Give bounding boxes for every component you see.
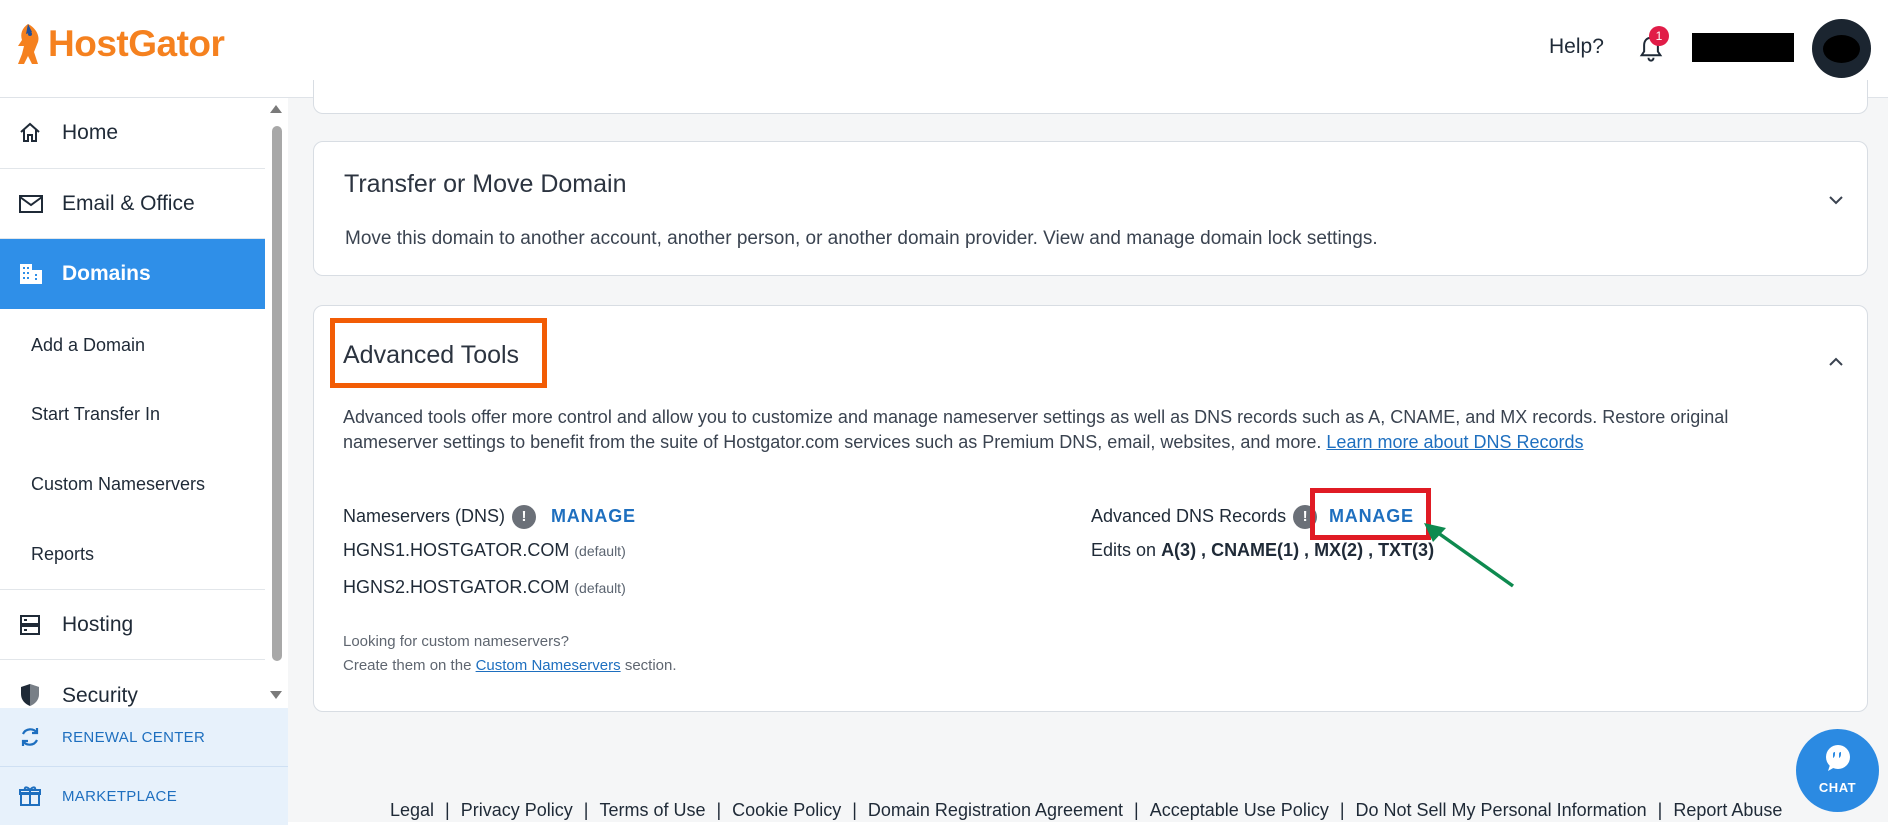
marketplace-label: MARKETPLACE [62,787,177,805]
gift-icon [18,784,52,808]
edits-values: A(3) , CNAME(1) , MX(2) , TXT(3) [1161,540,1435,560]
note-suffix: section. [624,657,677,674]
edits-prefix: Edits on [1091,540,1157,560]
note-prefix: Create them on the [343,657,472,674]
footer-link-domain-agreement[interactable]: Domain Registration Agreement [868,800,1123,820]
footer-link-do-not-sell[interactable]: Do Not Sell My Personal Information [1356,800,1647,820]
refresh-icon [18,725,52,749]
scroll-up-arrow-icon[interactable] [269,104,283,114]
footer-separator: | [583,800,589,820]
default-tag: (default) [574,580,626,596]
sidebar-item-home[interactable]: Home [0,98,265,169]
sidebar-item-domains[interactable]: Domains [0,239,265,309]
sidebar-item-label: Domains [62,262,151,285]
learn-dns-records-link[interactable]: Learn more about DNS Records [1326,432,1583,452]
server-icon [18,613,52,637]
scroll-down-arrow-icon[interactable] [269,690,283,700]
footer-separator: | [716,800,722,820]
advanced-tools-description: Advanced tools offer more control and al… [343,405,1823,455]
nameserver-2: HGNS2.HOSTGATOR.COM (default) [343,577,626,598]
footer-separator: | [1657,800,1663,820]
sidebar-subitem-start-transfer[interactable]: Start Transfer In [31,404,160,425]
chat-label: CHAT [1818,780,1857,795]
info-icon[interactable]: ! [512,505,537,529]
notification-badge: 1 [1649,26,1669,46]
footer-links: Legal | Privacy Policy | Terms of Use | Cookie… [390,800,1782,821]
footer-separator: | [1339,800,1345,820]
nameservers-label: Nameservers (DNS) ! [343,505,537,529]
sidebar-item-hosting[interactable]: Hosting [0,590,265,660]
highlight-box-red [1310,488,1431,540]
footer-link-legal[interactable]: Legal [390,800,434,820]
sidebar-item-label: Security [62,684,138,707]
sidebar-item-label: Home [62,121,119,144]
dns-edits-summary: Edits on A(3) , CNAME(1) , MX(2) , TXT(3… [1091,540,1434,561]
sidebar-item-label: Email & Office [62,191,195,215]
sidebar-item-security[interactable]: Security [0,660,265,708]
advanced-dns-label-text: Advanced DNS Records [1091,505,1287,526]
footer-separator: | [852,800,857,820]
sidebar-item-email-office[interactable]: Email & Office [0,169,265,239]
sidebar: Home Email & Office Domains Add a Domain… [0,98,288,825]
nameserver-1: HGNS1.HOSTGATOR.COM (default) [343,540,626,561]
footer-link-aup[interactable]: Acceptable Use Policy [1150,800,1329,820]
default-tag: (default) [574,543,626,559]
manage-nameservers-button[interactable]: MANAGE [551,506,636,527]
footer-separator: | [1134,800,1139,820]
transfer-title: Transfer or Move Domain [344,170,627,198]
sidebar-subitem-reports[interactable]: Reports [31,544,94,565]
chat-button[interactable]: CHAT [1796,729,1879,812]
gator-mascot-icon [18,24,39,64]
home-icon [18,121,52,145]
custom-ns-note-line1: Looking for custom nameservers? [343,633,569,650]
previous-card-remnant [313,80,1868,114]
sidebar-subitem-add-domain[interactable]: Add a Domain [31,335,145,356]
renewal-center-label: RENEWAL CENTER [62,728,206,746]
chevron-down-icon[interactable] [1827,191,1845,209]
green-arrow-annotation [1424,523,1515,588]
nameserver-2-value: HGNS2.HOSTGATOR.COM [343,577,570,597]
custom-nameservers-link[interactable]: Custom Nameservers [476,657,621,674]
avatar[interactable] [1812,19,1871,78]
footer-link-privacy[interactable]: Privacy Policy [461,800,573,820]
transfer-card[interactable]: Transfer or Move Domain Move this domain… [313,141,1868,276]
account-name-redacted[interactable] [1692,33,1794,62]
shield-icon [18,682,52,708]
mail-icon [18,193,52,215]
nameserver-1-value: HGNS1.HOSTGATOR.COM [343,540,570,560]
sidebar-item-label: Hosting [62,612,134,636]
logo-text: HostGator [48,23,225,64]
advanced-dns-label: Advanced DNS Records ! [1091,505,1318,529]
domains-icon [18,262,52,286]
footer-link-report-abuse[interactable]: Report Abuse [1673,800,1782,820]
footer-link-terms[interactable]: Terms of Use [599,800,705,820]
nameservers-label-text: Nameservers (DNS) [343,505,506,526]
chevron-up-icon[interactable] [1827,353,1845,371]
sidebar-subitem-custom-nameservers[interactable]: Custom Nameservers [31,474,205,495]
footer-link-cookie[interactable]: Cookie Policy [732,800,841,820]
marketplace-link[interactable]: MARKETPLACE [0,767,288,825]
custom-ns-note-line2: Create them on the Custom Nameservers se… [343,657,677,674]
renewal-center-link[interactable]: RENEWAL CENTER [0,708,288,766]
highlight-box-orange [330,318,547,388]
help-link[interactable]: Help? [1549,35,1604,59]
footer-separator: | [445,800,450,820]
scroll-thumb[interactable] [272,126,282,661]
chat-bubble-icon [1826,745,1850,771]
sidebar-scrollbar[interactable] [267,98,285,705]
hostgator-logo[interactable]: HostGator [14,22,225,66]
transfer-description: Move this domain to another account, ano… [345,228,1378,249]
